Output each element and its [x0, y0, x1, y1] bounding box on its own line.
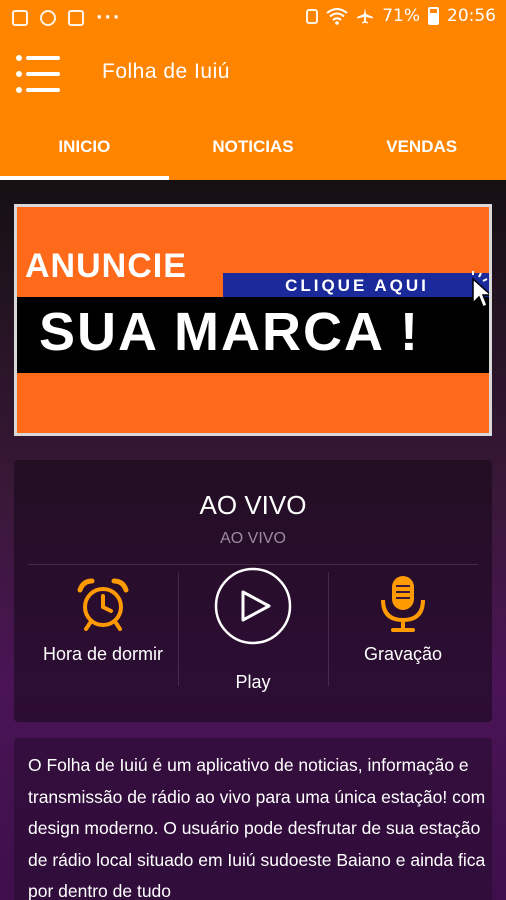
clock-time: 20:56 — [447, 6, 496, 26]
play-label: Play — [235, 672, 271, 692]
play-button[interactable]: Play — [178, 567, 328, 692]
banner-headline: ANUNCIE — [25, 247, 187, 285]
tab-vendas[interactable]: VENDAS — [337, 116, 506, 180]
play-icon — [214, 567, 292, 645]
app-title: Folha de Iuiú — [102, 60, 230, 83]
app-bar: Folha de Iuiú — [0, 36, 506, 116]
alarm-clock-icon — [77, 578, 129, 631]
wifi-icon — [326, 8, 348, 25]
tab-bar: INICIO NOTICIAS VENDAS — [0, 116, 506, 180]
ad-banner[interactable]: ANUNCIE CLIQUE AQUI SUA MARCA ! — [14, 204, 492, 436]
tab-noticias[interactable]: NOTICIAS — [169, 116, 338, 180]
description-text: O Folha de Iuiú é um aplicativo de notic… — [28, 755, 486, 900]
image-notification-icon — [12, 10, 28, 26]
b-notification-icon — [40, 10, 56, 26]
tab-inicio[interactable]: INICIO — [0, 116, 169, 180]
status-system-icons: 71% 20:56 — [306, 6, 496, 26]
record-label: Gravação — [363, 644, 443, 664]
description-card: O Folha de Iuiú é um aplicativo de notic… — [14, 738, 492, 900]
live-player-card: AO VIVO AO VIVO Hora de dormir Play Grav… — [14, 460, 492, 722]
battery-icon — [428, 7, 439, 25]
cursor-icon — [472, 271, 489, 309]
player-divider — [28, 564, 478, 565]
sleep-timer-label: Hora de dormir — [42, 644, 164, 664]
sleep-timer-button[interactable]: Hora de dormir — [28, 570, 178, 690]
airplane-mode-icon — [357, 8, 374, 24]
status-notification-icons: ··· — [12, 8, 121, 28]
battery-percentage: 71% — [382, 6, 420, 26]
banner-cta: CLIQUE AQUI — [223, 273, 489, 299]
main-content: ANUNCIE CLIQUE AQUI SUA MARCA ! AO VIVO … — [0, 180, 506, 900]
live-title: AO VIVO — [199, 490, 307, 520]
more-notifications-icon: ··· — [96, 8, 122, 28]
menu-button[interactable] — [16, 52, 64, 96]
lock-icon — [306, 8, 319, 24]
microphone-icon — [381, 576, 425, 632]
status-bar: ··· 71% 20:56 — [0, 0, 506, 36]
record-button[interactable]: Gravação — [328, 570, 478, 690]
live-subtitle: AO VIVO — [220, 530, 286, 547]
app-notification-icon — [68, 10, 84, 26]
banner-tagline: SUA MARCA ! — [39, 302, 420, 362]
